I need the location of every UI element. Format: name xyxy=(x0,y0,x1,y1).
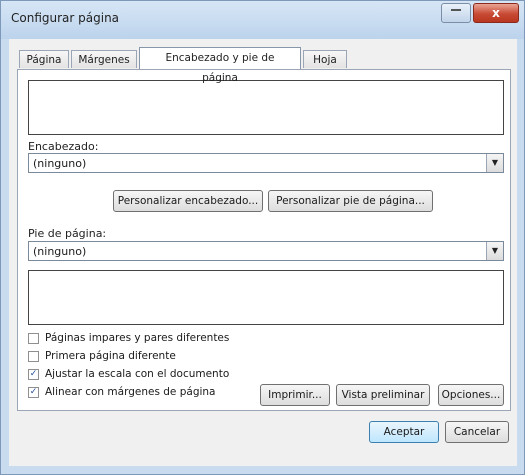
footer-select-value: (ninguno) xyxy=(33,245,87,258)
check-icon[interactable]: ✓ xyxy=(28,369,39,380)
option-align-label: Alinear con márgenes de página xyxy=(45,386,216,398)
close-button[interactable]: x xyxy=(473,3,519,23)
title-bar: Configurar página x xyxy=(1,1,524,39)
print-button[interactable]: Imprimir... xyxy=(260,384,330,406)
print-preview-button[interactable]: Vista preliminar xyxy=(336,384,430,406)
tab-page[interactable]: Página xyxy=(19,50,69,68)
customize-footer-button[interactable]: Personalizar pie de página... xyxy=(268,190,433,212)
page-setup-dialog: Configurar página x Página Márgenes Enca… xyxy=(0,0,525,475)
footer-preview xyxy=(28,270,504,325)
option-first-page-label: Primera página diferente xyxy=(45,350,176,362)
chevron-down-icon: ▼ xyxy=(486,154,503,172)
dialog-content: Página Márgenes Encabezado y pie de pági… xyxy=(9,39,517,466)
options-button[interactable]: Opciones... xyxy=(438,384,504,406)
checkbox-unchecked[interactable] xyxy=(28,333,39,344)
cancel-button[interactable]: Cancelar xyxy=(445,421,509,443)
checkbox-unchecked[interactable] xyxy=(28,351,39,362)
dialog-title: Configurar página xyxy=(11,11,120,25)
customize-header-button[interactable]: Personalizar encabezado... xyxy=(113,190,263,212)
header-label: Encabezado: xyxy=(28,140,99,153)
option-odd-even-label: Páginas impares y pares diferentes xyxy=(45,332,230,344)
option-scale-label: Ajustar la escala con el documento xyxy=(45,368,230,380)
chevron-down-icon: ▼ xyxy=(486,242,503,260)
tab-sheet[interactable]: Hoja xyxy=(303,50,347,68)
header-footer-panel: Encabezado: (ninguno) ▼ Personalizar enc… xyxy=(17,69,511,411)
minimize-icon xyxy=(451,9,461,11)
tab-margins[interactable]: Márgenes xyxy=(71,50,137,68)
footer-label: Pie de página: xyxy=(28,227,107,240)
footer-select[interactable]: (ninguno) ▼ xyxy=(28,241,504,261)
header-select[interactable]: (ninguno) ▼ xyxy=(28,153,504,173)
check-icon[interactable]: ✓ xyxy=(28,387,39,398)
header-preview xyxy=(28,80,504,135)
header-select-value: (ninguno) xyxy=(33,157,87,170)
tab-header-footer[interactable]: Encabezado y pie de página xyxy=(139,47,301,84)
minimize-button[interactable] xyxy=(441,3,471,23)
ok-button[interactable]: Aceptar xyxy=(369,421,439,443)
